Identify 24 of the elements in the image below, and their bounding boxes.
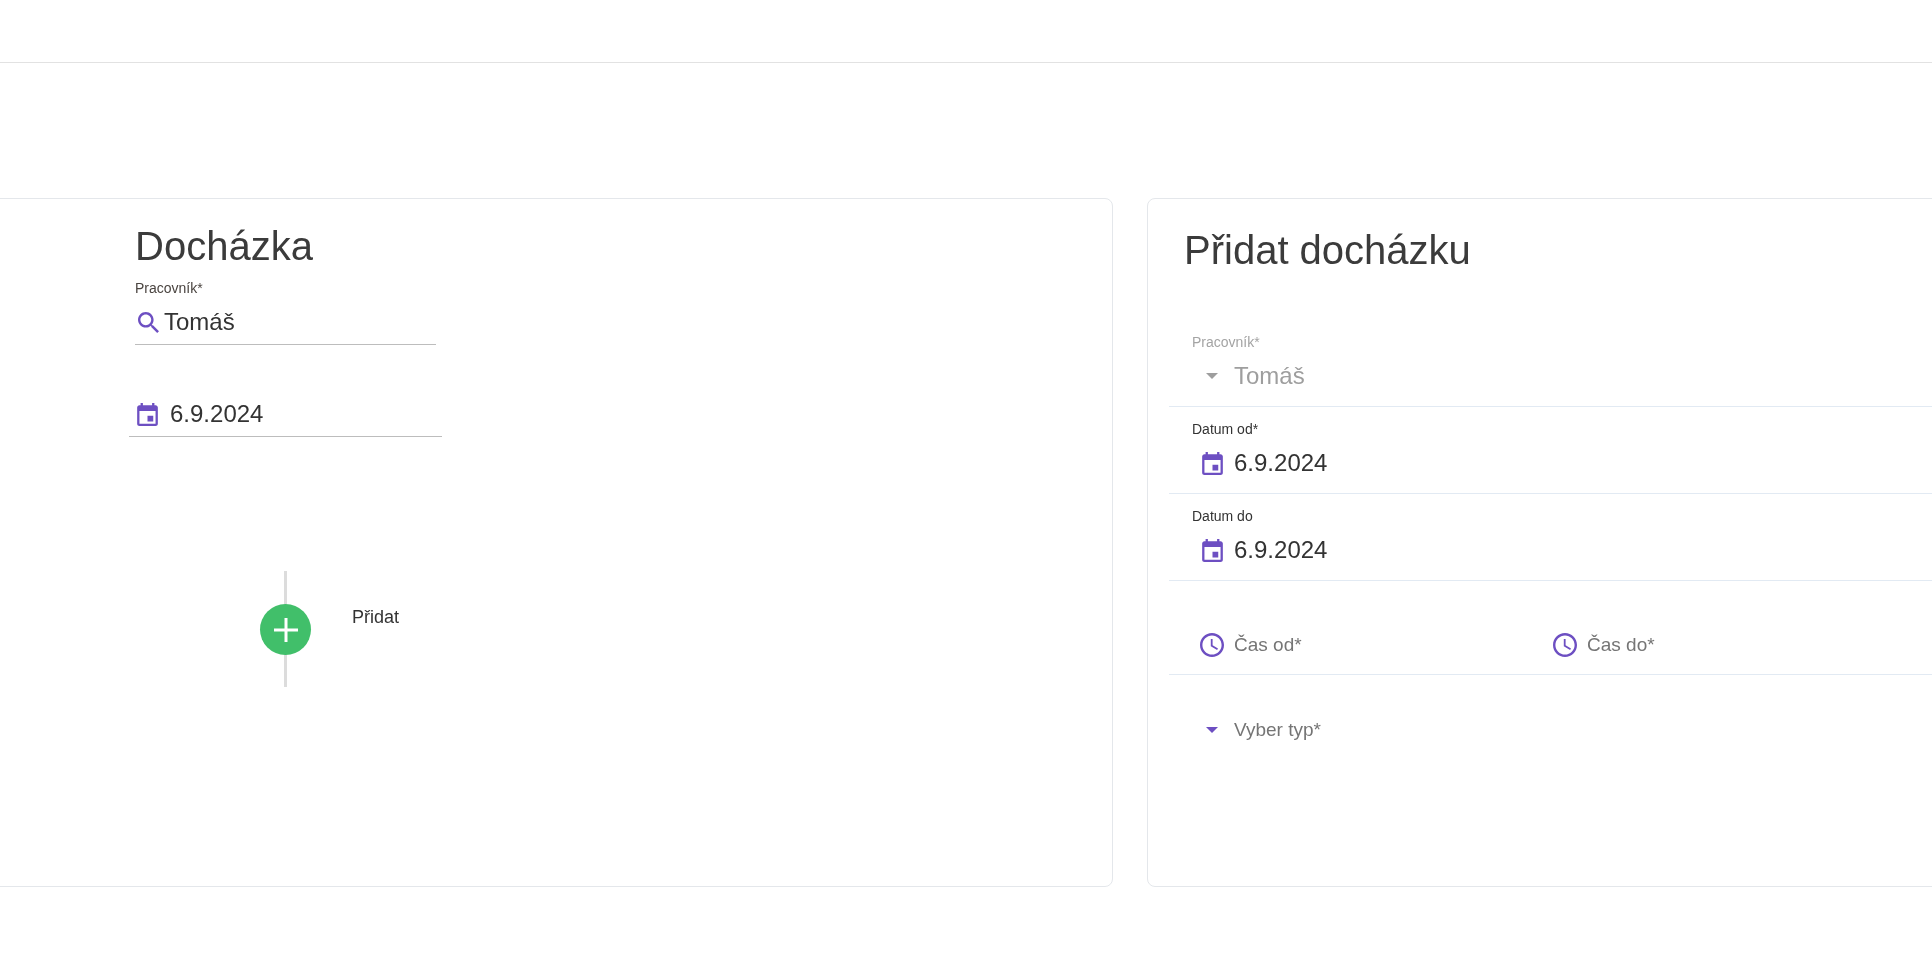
search-icon [138,312,159,333]
plus-icon [273,617,298,642]
form-title: Přidat docházku [1184,227,1472,274]
caret-icon [1206,373,1218,379]
clock-icon [1553,633,1577,657]
worker-search-field[interactable]: Tomáš [135,300,436,345]
timeline-label: Přidat [352,606,400,628]
caret-icon [1206,727,1218,733]
field-label: Pracovník* [135,280,204,297]
add-button[interactable] [260,604,311,655]
select-field[interactable]: Vyber typ* [1234,714,1932,746]
calendar-icon [137,403,158,426]
time-field[interactable]: Čas do* [1587,629,1932,661]
time-field[interactable]: Čas od* [1234,629,1553,661]
field-label: Pracovník* [1191,334,1261,351]
clock-icon [1200,633,1224,657]
date-field[interactable]: 6.9.2024 [1234,534,1932,566]
field-label: Datum do [1191,508,1254,525]
page-title: Docházka [135,223,314,270]
date-field[interactable]: 6.9.2024 [1234,447,1932,479]
calendar-icon [1201,538,1223,562]
date-field[interactable]: 6.9.2024 [129,392,442,437]
field-label: Datum od* [1191,421,1260,438]
calendar-icon [1201,451,1223,475]
